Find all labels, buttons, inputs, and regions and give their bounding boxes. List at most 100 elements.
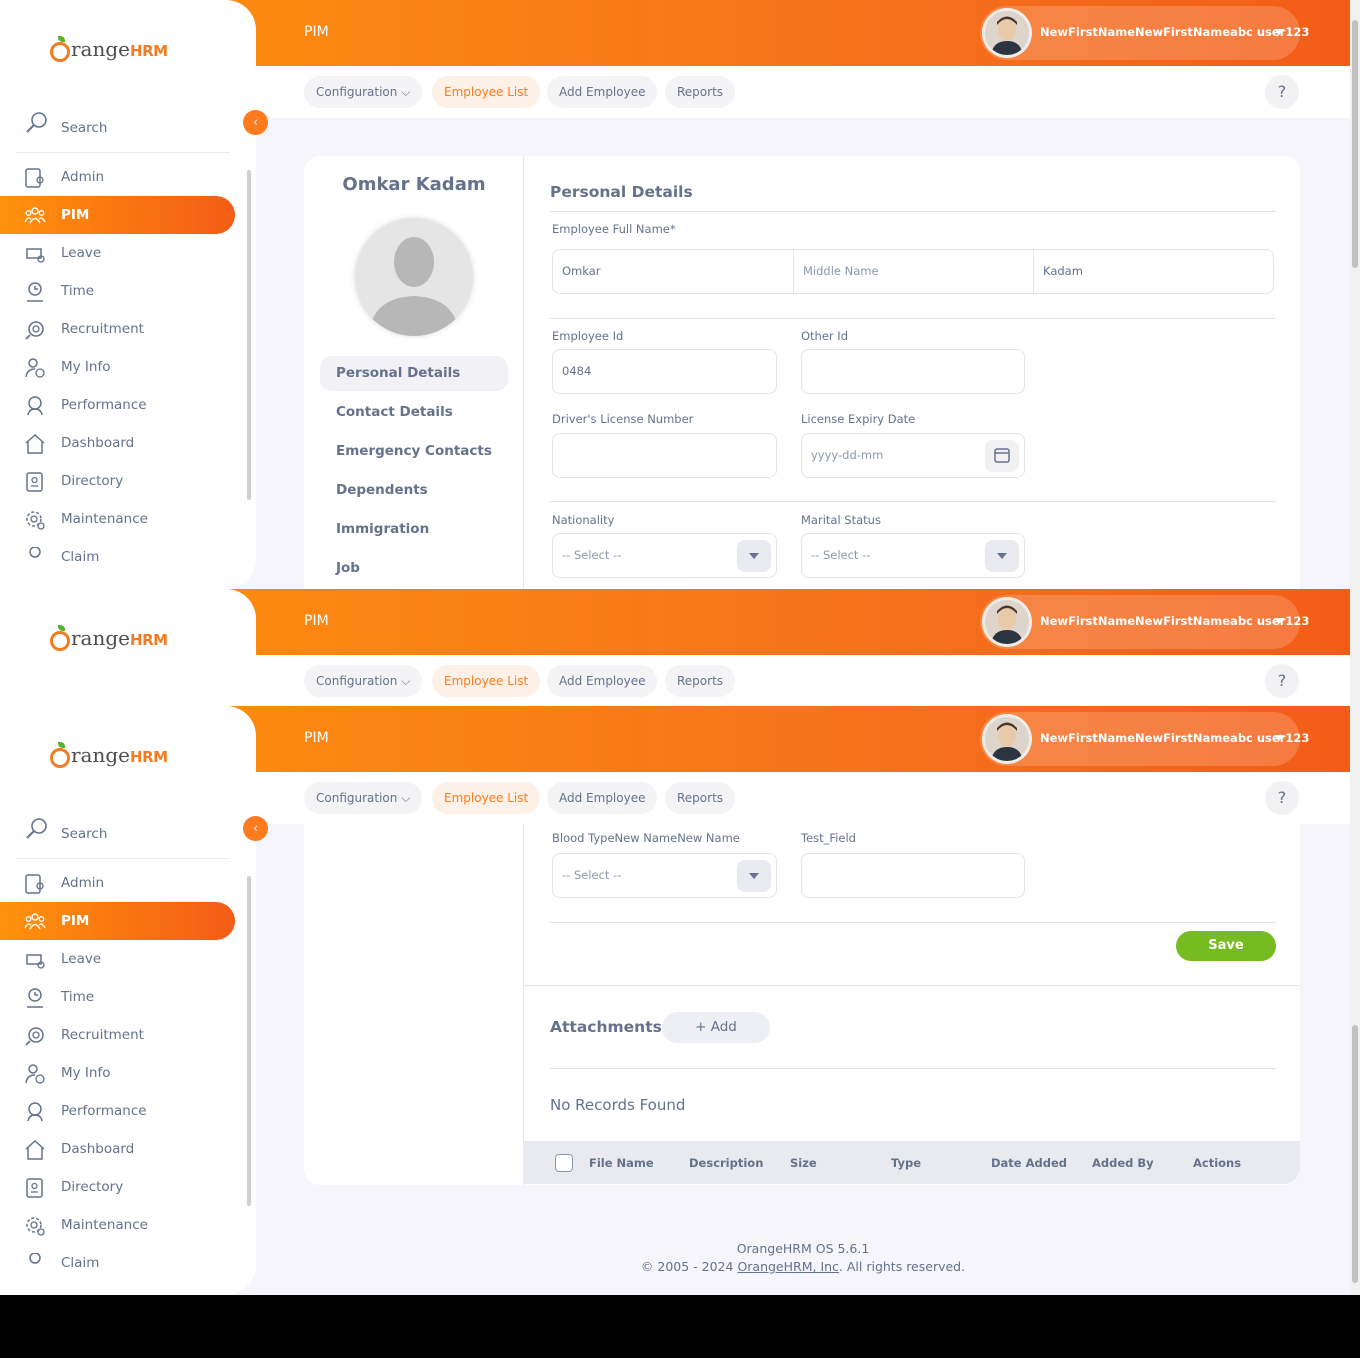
user-dropdown[interactable]: NewFirstNameNewFirstNameabc user123 <box>980 595 1309 649</box>
caret-down-icon[interactable] <box>1274 618 1284 624</box>
sidebar-item-directory[interactable]: Directory <box>0 462 235 500</box>
performance-icon <box>24 1101 46 1123</box>
tab-add-employee[interactable]: Add Employee <box>547 782 658 814</box>
collapse-sidebar-button[interactable]: ‹ <box>243 816 268 841</box>
calendar-icon[interactable] <box>985 440 1019 472</box>
tab-dependents[interactable]: Dependents <box>320 473 508 508</box>
tab-configuration[interactable]: Configuration ⌵ <box>304 76 423 108</box>
sub-navigation: Configuration ⌵ Employee List Add Employ… <box>256 655 1350 706</box>
tab-reports[interactable]: Reports <box>665 76 736 108</box>
sidebar-item-pim[interactable]: PIM <box>0 196 235 234</box>
tab-add-employee[interactable]: Add Employee <box>547 665 658 697</box>
tab-reports[interactable]: Reports <box>665 665 736 697</box>
tab-configuration[interactable]: Configuration ⌵ <box>304 782 423 814</box>
sidebar-item-my-info[interactable]: My Info <box>0 1054 235 1092</box>
test-field-input[interactable] <box>801 853 1025 898</box>
sidebar-item-claim[interactable]: Claim <box>0 538 235 565</box>
last-name-input[interactable]: Kadam <box>1033 249 1274 294</box>
user-avatar <box>982 714 1032 764</box>
chevron-down-icon: ⌵ <box>401 674 411 688</box>
license-input[interactable] <box>552 433 777 478</box>
sidebar-item-maintenance[interactable]: Maintenance <box>0 500 235 538</box>
orangehrm-logo[interactable]: range HRM <box>50 621 168 655</box>
my-info-icon <box>24 1063 46 1085</box>
page-scrollbar-thumb[interactable] <box>1352 1025 1358 1283</box>
sidebar-item-dashboard[interactable]: Dashboard <box>0 424 235 462</box>
sidebar-item-my-info[interactable]: My Info <box>0 348 235 386</box>
sidebar-scrollbar[interactable] <box>247 170 251 500</box>
column-size[interactable]: Size <box>790 1156 817 1170</box>
tab-reports[interactable]: Reports <box>665 782 736 814</box>
user-dropdown[interactable]: NewFirstNameNewFirstNameabc user123 <box>980 712 1309 766</box>
employee-id-input[interactable]: 0484 <box>552 349 777 394</box>
column-file-name[interactable]: File Name <box>589 1156 654 1170</box>
sidebar-item-performance[interactable]: Performance <box>0 386 235 424</box>
tab-job[interactable]: Job <box>320 551 508 586</box>
collapse-sidebar-button[interactable]: ‹ <box>243 110 268 135</box>
sidebar-item-recruitment[interactable]: Recruitment <box>0 310 235 348</box>
marital-status-label: Marital Status <box>801 513 881 527</box>
company-link[interactable]: OrangeHRM, Inc <box>737 1259 838 1274</box>
tab-immigration[interactable]: Immigration <box>320 512 508 547</box>
search-icon <box>24 816 50 846</box>
sidebar-item-maintenance[interactable]: Maintenance <box>0 1206 235 1244</box>
employee-name: Omkar Kadam <box>342 174 486 195</box>
footer-version: OrangeHRM OS 5.6.1 <box>736 1241 870 1256</box>
other-id-input[interactable] <box>801 349 1025 394</box>
dropdown-arrow-icon[interactable] <box>737 860 771 892</box>
blood-type-select[interactable]: -- Select -- <box>552 853 777 898</box>
sidebar-item-leave[interactable]: Leave <box>0 234 235 272</box>
sidebar-item-directory[interactable]: Directory <box>0 1168 235 1206</box>
sidebar-item-claim[interactable]: Claim <box>0 1244 235 1271</box>
save-button[interactable]: Save <box>1176 931 1276 961</box>
column-type[interactable]: Type <box>891 1156 921 1170</box>
dropdown-arrow-icon[interactable] <box>737 540 771 572</box>
my-info-icon <box>24 357 46 379</box>
page-scrollbar-thumb[interactable] <box>1352 20 1358 268</box>
middle-name-input[interactable]: Middle Name <box>793 249 1034 294</box>
sidebar-search[interactable]: Search <box>16 806 230 859</box>
sidebar-item-time[interactable]: Time <box>0 272 235 310</box>
tab-employee-list[interactable]: Employee List <box>432 782 541 814</box>
sidebar-item-recruitment[interactable]: Recruitment <box>0 1016 235 1054</box>
caret-down-icon[interactable] <box>1274 29 1284 35</box>
first-name-input[interactable]: Omkar <box>552 249 794 294</box>
add-attachment-button[interactable]: + Add <box>662 1012 770 1043</box>
nationality-select[interactable]: -- Select -- <box>552 533 777 578</box>
column-added-by[interactable]: Added By <box>1092 1156 1154 1170</box>
sidebar-item-admin[interactable]: Admin <box>0 864 235 902</box>
tab-personal-details[interactable]: Personal Details <box>320 356 508 391</box>
tab-employee-list[interactable]: Employee List <box>432 665 541 697</box>
sidebar-search[interactable]: Search <box>16 100 230 153</box>
sidebar-item-leave[interactable]: Leave <box>0 940 235 978</box>
license-expiry-label: License Expiry Date <box>801 412 916 426</box>
help-button[interactable]: ? <box>1265 664 1299 698</box>
orangehrm-logo[interactable]: range HRM <box>50 32 168 66</box>
tab-configuration[interactable]: Configuration ⌵ <box>304 665 423 697</box>
help-button[interactable]: ? <box>1265 781 1299 815</box>
select-all-checkbox[interactable] <box>555 1154 573 1172</box>
license-expiry-input[interactable]: yyyy-dd-mm <box>801 433 1025 478</box>
dropdown-arrow-icon[interactable] <box>985 540 1019 572</box>
employee-card: Omkar Kadam Personal Details Contact Det… <box>304 156 1300 589</box>
sidebar-item-pim[interactable]: PIM <box>0 902 235 940</box>
orangehrm-logo[interactable]: range HRM <box>50 738 168 772</box>
chevron-left-icon: ‹ <box>253 821 258 835</box>
caret-down-icon[interactable] <box>1274 735 1284 741</box>
sidebar-scrollbar[interactable] <box>247 876 251 1206</box>
sidebar-item-time[interactable]: Time <box>0 978 235 1016</box>
attachments-table-header: File Name Description Size Type Date Add… <box>524 1141 1300 1184</box>
column-description[interactable]: Description <box>689 1156 763 1170</box>
marital-status-select[interactable]: -- Select -- <box>801 533 1025 578</box>
tab-employee-list[interactable]: Employee List <box>432 76 541 108</box>
employee-avatar[interactable] <box>355 218 473 336</box>
tab-add-employee[interactable]: Add Employee <box>547 76 658 108</box>
column-date-added[interactable]: Date Added <box>991 1156 1067 1170</box>
sidebar-item-performance[interactable]: Performance <box>0 1092 235 1130</box>
tab-emergency-contacts[interactable]: Emergency Contacts <box>320 434 508 469</box>
sidebar-item-admin[interactable]: Admin <box>0 158 235 196</box>
tab-contact-details[interactable]: Contact Details <box>320 395 508 430</box>
sidebar-item-dashboard[interactable]: Dashboard <box>0 1130 235 1168</box>
user-dropdown[interactable]: NewFirstNameNewFirstNameabc user123 <box>980 6 1309 60</box>
help-button[interactable]: ? <box>1265 75 1299 109</box>
